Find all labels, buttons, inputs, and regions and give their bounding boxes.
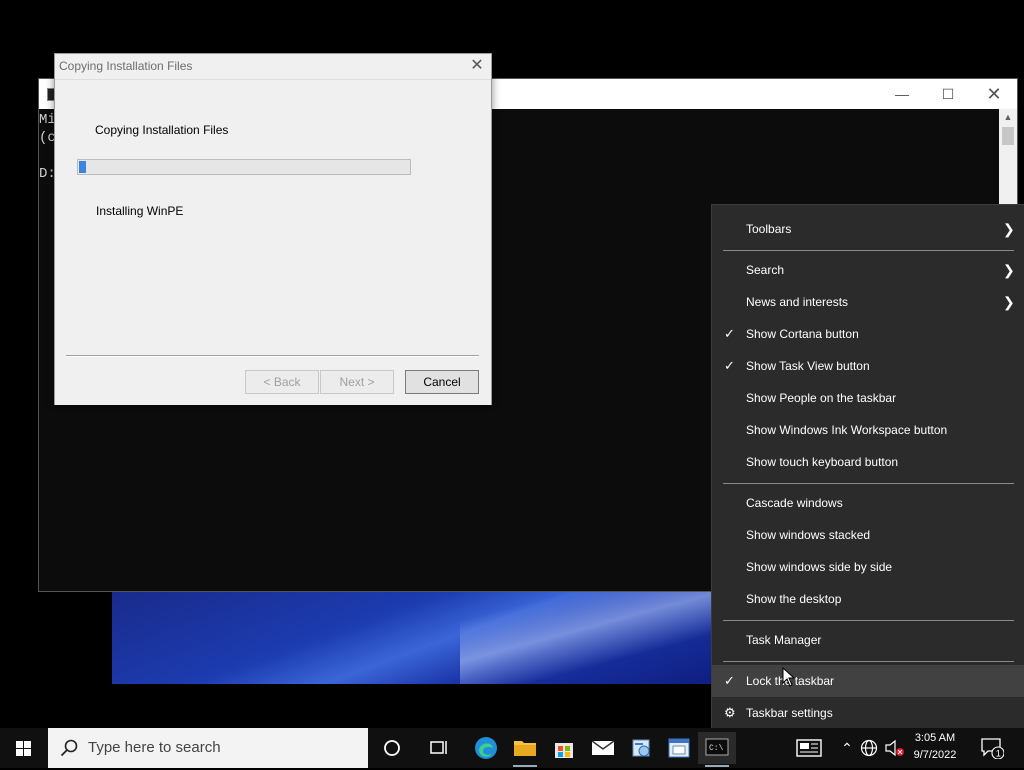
- menu-separator: [723, 661, 1014, 662]
- clock-date: 9/7/2022: [913, 749, 957, 761]
- windows-logo-icon-part: [16, 749, 23, 756]
- menu-item-show-touch-keyboard[interactable]: Show touch keyboard button: [712, 446, 1024, 478]
- chevron-up-icon[interactable]: ⌃: [838, 728, 856, 768]
- menu-item-taskbar-settings[interactable]: ⚙ Taskbar settings: [712, 697, 1024, 729]
- menu-item-label: Search: [746, 263, 785, 277]
- menu-separator: [723, 250, 1014, 251]
- minimize-icon[interactable]: —: [879, 79, 925, 109]
- menu-item-lock-taskbar[interactable]: ✓ Lock the taskbar: [712, 665, 1024, 697]
- back-button[interactable]: < Back: [245, 370, 319, 394]
- menu-item-show-desktop[interactable]: Show the desktop: [712, 583, 1024, 615]
- menu-item-label: Show People on the taskbar: [746, 391, 897, 405]
- chevron-right-icon: ❯: [1003, 221, 1015, 237]
- search-placeholder: Type here to search: [88, 739, 221, 756]
- menu-item-task-manager[interactable]: Task Manager: [712, 624, 1024, 656]
- running-indicator: [513, 765, 537, 767]
- taskbar-context-menu: Toolbars ❯ Search ❯ News and interests ❯…: [711, 204, 1024, 738]
- menu-item-label: Show windows stacked: [746, 528, 871, 542]
- command-prompt-icon[interactable]: C:\: [698, 732, 736, 764]
- start-button[interactable]: [0, 728, 48, 768]
- dialog-body: Copying Installation Files Installing Wi…: [55, 79, 491, 405]
- menu-item-show-cortana-button[interactable]: ✓ Show Cortana button: [712, 318, 1024, 350]
- scroll-thumb[interactable]: [1002, 127, 1014, 145]
- menu-item-show-task-view-button[interactable]: ✓ Show Task View button: [712, 350, 1024, 382]
- dialog-close-icon[interactable]: ✕: [463, 54, 491, 78]
- menu-item-show-people[interactable]: Show People on the taskbar: [712, 382, 1024, 414]
- menu-item-windows-stacked[interactable]: Show windows stacked: [712, 519, 1024, 551]
- menu-item-label: Toolbars: [746, 222, 792, 236]
- menu-item-label: Task Manager: [746, 633, 822, 647]
- running-indicator: [705, 765, 729, 767]
- mouse-cursor-icon: [782, 667, 796, 687]
- notification-count: 1: [996, 749, 1001, 759]
- search-icon: [60, 739, 78, 757]
- menu-item-label: Show touch keyboard button: [746, 455, 899, 469]
- gear-icon: ⚙: [724, 705, 736, 720]
- dialog-separator: [66, 355, 479, 357]
- check-icon: ✓: [724, 358, 735, 373]
- taskbar-clock[interactable]: 3:05 AM 9/7/2022: [902, 730, 968, 764]
- cortana-icon[interactable]: [373, 732, 411, 764]
- maximize-icon[interactable]: ☐: [925, 79, 971, 109]
- menu-item-label: Show Task View button: [746, 359, 870, 373]
- menu-item-news-and-interests[interactable]: News and interests ❯: [712, 286, 1024, 318]
- status-text: Installing WinPE: [96, 204, 184, 218]
- menu-item-label: Cascade windows: [746, 496, 843, 510]
- cancel-button[interactable]: Cancel: [405, 370, 479, 394]
- clock-time: 3:05 AM: [914, 732, 956, 744]
- task-view-icon[interactable]: [420, 732, 458, 764]
- close-icon[interactable]: ✕: [971, 79, 1017, 109]
- dialog-heading: Copying Installation Files: [95, 123, 229, 137]
- store-icon[interactable]: [545, 732, 583, 764]
- progress-bar: [77, 159, 411, 175]
- application-window-icon[interactable]: [660, 732, 698, 764]
- taskbar-search-box[interactable]: Type here to search: [48, 728, 368, 768]
- windows-logo-icon: [16, 741, 23, 748]
- mail-icon[interactable]: [584, 732, 622, 764]
- chevron-right-icon: ❯: [1003, 294, 1015, 310]
- file-explorer-icon[interactable]: [506, 732, 544, 764]
- check-icon: ✓: [724, 673, 735, 688]
- menu-item-label: Show Cortana button: [746, 327, 859, 341]
- chevron-right-icon: ❯: [1003, 262, 1015, 278]
- next-button[interactable]: Next >: [320, 370, 394, 394]
- menu-item-cascade-windows[interactable]: Cascade windows: [712, 487, 1024, 519]
- menu-item-search[interactable]: Search ❯: [712, 254, 1024, 286]
- network-globe-icon[interactable]: [860, 728, 882, 768]
- windows-logo-icon-part: [24, 741, 31, 748]
- menu-item-label: Show Windows Ink Workspace button: [746, 423, 948, 437]
- progress-fill: [79, 161, 86, 173]
- dialog-title: Copying Installation Files: [59, 59, 193, 73]
- control-panel-icon[interactable]: [623, 732, 661, 764]
- menu-item-label: Show the desktop: [746, 592, 842, 606]
- edge-browser-icon[interactable]: [467, 732, 505, 764]
- menu-item-label: Show windows side by side: [746, 560, 893, 574]
- news-and-interests-icon[interactable]: [796, 728, 826, 768]
- menu-item-side-by-side[interactable]: Show windows side by side: [712, 551, 1024, 583]
- menu-separator: [723, 620, 1014, 621]
- menu-item-label: News and interests: [746, 295, 849, 309]
- windows-logo-icon-part: [24, 749, 31, 756]
- menu-item-show-ink-workspace[interactable]: Show Windows Ink Workspace button: [712, 414, 1024, 446]
- install-dialog[interactable]: Copying Installation Files ✕ Copying Ins…: [54, 53, 492, 405]
- scroll-up-icon[interactable]: ▲: [999, 109, 1017, 125]
- wallpaper-light-streak: [460, 588, 712, 684]
- check-icon: ✓: [724, 326, 735, 341]
- menu-item-label: Taskbar settings: [746, 706, 833, 720]
- action-center-icon[interactable]: 1: [980, 728, 1010, 768]
- taskbar: Type here to search C:\ ⌃ 3:05 AM 9/7/20…: [0, 728, 1024, 768]
- menu-separator: [723, 483, 1014, 484]
- menu-item-toolbars[interactable]: Toolbars ❯: [712, 213, 1024, 245]
- svg-text:C:\: C:\: [709, 744, 724, 753]
